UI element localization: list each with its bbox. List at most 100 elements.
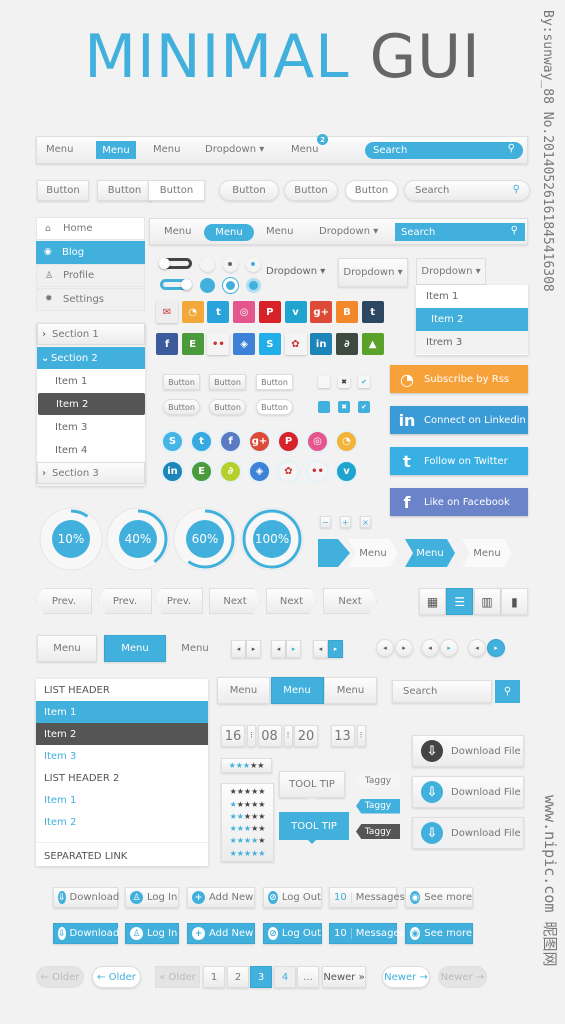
log-in-button[interactable]: ♙ Log In: [125, 887, 179, 908]
facebook-button[interactable]: f Like on Facebook: [390, 488, 528, 516]
breadcrumb-item[interactable]: Menu: [462, 539, 512, 567]
search-field[interactable]: Search ⚲: [404, 180, 530, 201]
accordion-item[interactable]: Item 3: [37, 416, 145, 438]
nav-item-3[interactable]: Dropdown ▾: [205, 144, 264, 155]
tag[interactable]: Taggy: [356, 773, 400, 788]
download-file-button[interactable]: ⇩ Download File: [412, 735, 524, 767]
evernote-icon[interactable]: E: [181, 333, 204, 355]
barcode-icon[interactable]: ▮: [500, 588, 528, 615]
blogger-icon[interactable]: B: [335, 301, 358, 323]
close-button[interactable]: ×: [360, 516, 371, 528]
star-rating[interactable]: ★ ★ ★ ★ ★: [221, 758, 272, 773]
checkbox[interactable]: [318, 376, 330, 388]
checkbox[interactable]: ✔: [358, 376, 370, 388]
list-icon[interactable]: ☰: [446, 588, 474, 615]
older-page-button[interactable]: « Older: [155, 966, 200, 988]
list-link[interactable]: Item 3: [36, 745, 208, 767]
messages-button[interactable]: 10 Messages: [329, 923, 405, 944]
list-sep[interactable]: SEPARATED LINK: [36, 842, 208, 870]
log-out-button[interactable]: ⊘ Log Out: [263, 923, 322, 944]
toggle-switch[interactable]: [159, 258, 192, 269]
checkbox[interactable]: ✖: [338, 401, 350, 413]
nav-item-1[interactable]: Menu: [204, 224, 254, 241]
nav-item-0[interactable]: Menu: [46, 144, 73, 155]
arrow-right-button[interactable]: ▸: [246, 640, 261, 658]
time-stepper[interactable]: ⁝: [283, 725, 293, 747]
deviantart-icon[interactable]: ∂: [335, 333, 358, 355]
button[interactable]: Button: [148, 180, 205, 201]
tumblr-icon[interactable]: t: [361, 301, 384, 323]
time-stepper[interactable]: ⁝: [247, 725, 256, 747]
download-file-button[interactable]: ⇩ Download File: [412, 776, 524, 808]
small-button[interactable]: Button: [209, 374, 246, 390]
arrow-right-button[interactable]: ▸: [286, 640, 301, 658]
nav-item-1[interactable]: Menu: [96, 141, 136, 159]
log-in-button[interactable]: ♙ Log In: [125, 923, 179, 944]
star-row[interactable]: ★ ★ ★ ★ ★: [230, 849, 266, 858]
radio-button[interactable]: [200, 257, 215, 272]
download-button[interactable]: ⇩ Download: [53, 923, 119, 944]
dropdown[interactable]: Dropdown ▾: [266, 266, 325, 277]
newer-page-button[interactable]: Newer »: [322, 966, 366, 988]
picasa-icon[interactable]: ✿: [277, 460, 300, 483]
time-field[interactable]: 20: [294, 725, 318, 747]
prev-button[interactable]: Prev.: [155, 588, 203, 614]
deviantart-icon[interactable]: ∂: [219, 460, 242, 483]
small-button[interactable]: Button: [256, 399, 293, 415]
grid-icon[interactable]: ▦: [419, 588, 446, 615]
toggle-switch[interactable]: [160, 279, 192, 290]
rss-icon[interactable]: ◔: [335, 430, 358, 453]
minus-button[interactable]: −: [320, 516, 331, 528]
nav-item-2[interactable]: Menu: [266, 226, 293, 237]
nav-item-4[interactable]: Menu: [291, 144, 318, 155]
download-file-button[interactable]: ⇩ Download File: [412, 817, 524, 849]
accordion-item[interactable]: Item 2: [38, 393, 145, 415]
linkedin-icon[interactable]: in: [310, 333, 333, 355]
newer-button[interactable]: Newer →: [382, 966, 430, 988]
arrow-left-button[interactable]: ◂: [231, 640, 246, 658]
pinterest-icon[interactable]: P: [258, 301, 281, 323]
dropdown[interactable]: Dropdown ▾: [338, 258, 408, 287]
menu-button[interactable]: Menu: [37, 635, 97, 662]
breadcrumb-item[interactable]: Menu: [405, 539, 455, 567]
tab-2[interactable]: Menu: [324, 677, 377, 704]
google-plus-icon[interactable]: g+: [248, 430, 271, 453]
button[interactable]: Button: [345, 180, 398, 201]
location-pin-icon[interactable]: ⚲: [495, 680, 520, 703]
sidebar-item-blog[interactable]: ◉ Blog: [36, 240, 145, 264]
nav-item-2[interactable]: Menu: [153, 144, 180, 155]
vimeo-icon[interactable]: v: [335, 460, 358, 483]
dropdown-menu-item[interactable]: Item 2: [416, 308, 528, 331]
mail-icon[interactable]: ✉: [156, 301, 178, 323]
star-row[interactable]: ★ ★ ★ ★ ★: [230, 824, 266, 833]
skype-icon[interactable]: S: [258, 333, 281, 355]
accordion-item[interactable]: Item 4: [37, 439, 145, 461]
google-plus-icon[interactable]: g+: [310, 301, 333, 323]
linkedin-button[interactable]: in Connect on Linkedin: [390, 406, 528, 434]
star-row[interactable]: ★ ★ ★ ★ ★: [230, 800, 266, 809]
button[interactable]: Button: [37, 180, 89, 201]
arrow-right-button[interactable]: ▸: [395, 639, 413, 657]
button[interactable]: Button: [97, 180, 152, 201]
small-button[interactable]: Button: [256, 374, 293, 390]
arrow-left-button[interactable]: ◂: [468, 639, 486, 657]
download-button[interactable]: ⇩ Download: [53, 887, 119, 908]
list-link[interactable]: Item 2: [36, 811, 208, 833]
rss-button[interactable]: ◔ Subscribe by Rss: [390, 365, 528, 393]
plus-button[interactable]: +: [340, 516, 351, 528]
vimeo-icon[interactable]: v: [284, 301, 307, 323]
twitter-button[interactable]: t Follow on Twitter: [390, 447, 528, 475]
star-row[interactable]: ★ ★ ★ ★ ★: [230, 836, 266, 845]
menu-button[interactable]: Menu: [104, 635, 166, 662]
page-button[interactable]: ...: [297, 966, 319, 988]
arrow-left-button[interactable]: ◂: [313, 640, 328, 658]
sidebar-item-profile[interactable]: ♙ Profile: [36, 264, 145, 287]
dropdown[interactable]: Dropdown ▾: [416, 258, 486, 285]
see-more-button[interactable]: ◉ See more: [405, 923, 473, 944]
next-button[interactable]: Next: [209, 588, 261, 614]
flickr-icon[interactable]: ••: [207, 333, 230, 355]
tag[interactable]: Taggy: [356, 824, 400, 839]
dribbble-icon[interactable]: ◎: [306, 430, 329, 453]
twitter-icon[interactable]: t: [207, 301, 230, 323]
columns-icon[interactable]: ▥: [473, 588, 501, 615]
